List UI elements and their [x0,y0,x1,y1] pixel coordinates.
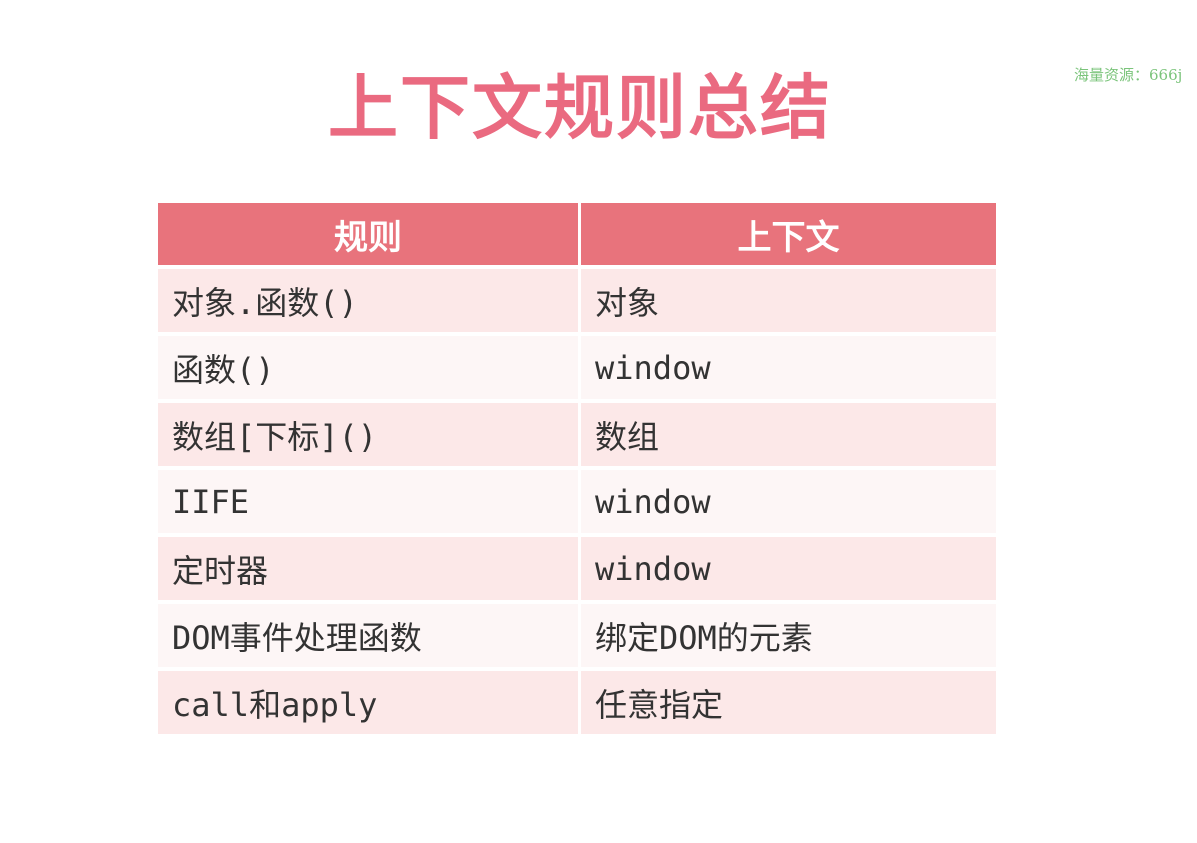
rule-cell: DOM事件处理函数 [158,604,578,667]
watermark: 海量资源：666j [1074,66,1183,84]
rule-cell: 定时器 [158,537,578,600]
table-row: 对象.函数() 对象 [158,269,996,332]
rule-cell: IIFE [158,470,578,533]
rule-cell: 数组[下标]() [158,403,578,466]
header-context: 上下文 [581,203,996,265]
table-row: IIFE window [158,470,996,533]
context-cell: window [581,470,996,533]
rule-cell: 函数() [158,336,578,399]
context-cell: 任意指定 [581,671,996,734]
context-cell: 对象 [581,269,996,332]
slide-title: 上下文规则总结 [328,67,832,149]
context-cell: 绑定DOM的元素 [581,604,996,667]
context-cell: window [581,336,996,399]
context-cell: window [581,537,996,600]
rule-cell: call和apply [158,671,578,734]
table-row: 数组[下标]() 数组 [158,403,996,466]
rules-table: 规则 上下文 对象.函数() 对象 函数() window 数组[下标]() 数组 IIFE… [155,199,999,738]
table-row: 函数() window [158,336,996,399]
table-row: call和apply 任意指定 [158,671,996,734]
header-rule: 规则 [158,203,578,265]
table-row: DOM事件处理函数 绑定DOM的元素 [158,604,996,667]
context-cell: 数组 [581,403,996,466]
table-row: 定时器 window [158,537,996,600]
table-header: 规则 上下文 [158,203,996,265]
rule-cell: 对象.函数() [158,269,578,332]
